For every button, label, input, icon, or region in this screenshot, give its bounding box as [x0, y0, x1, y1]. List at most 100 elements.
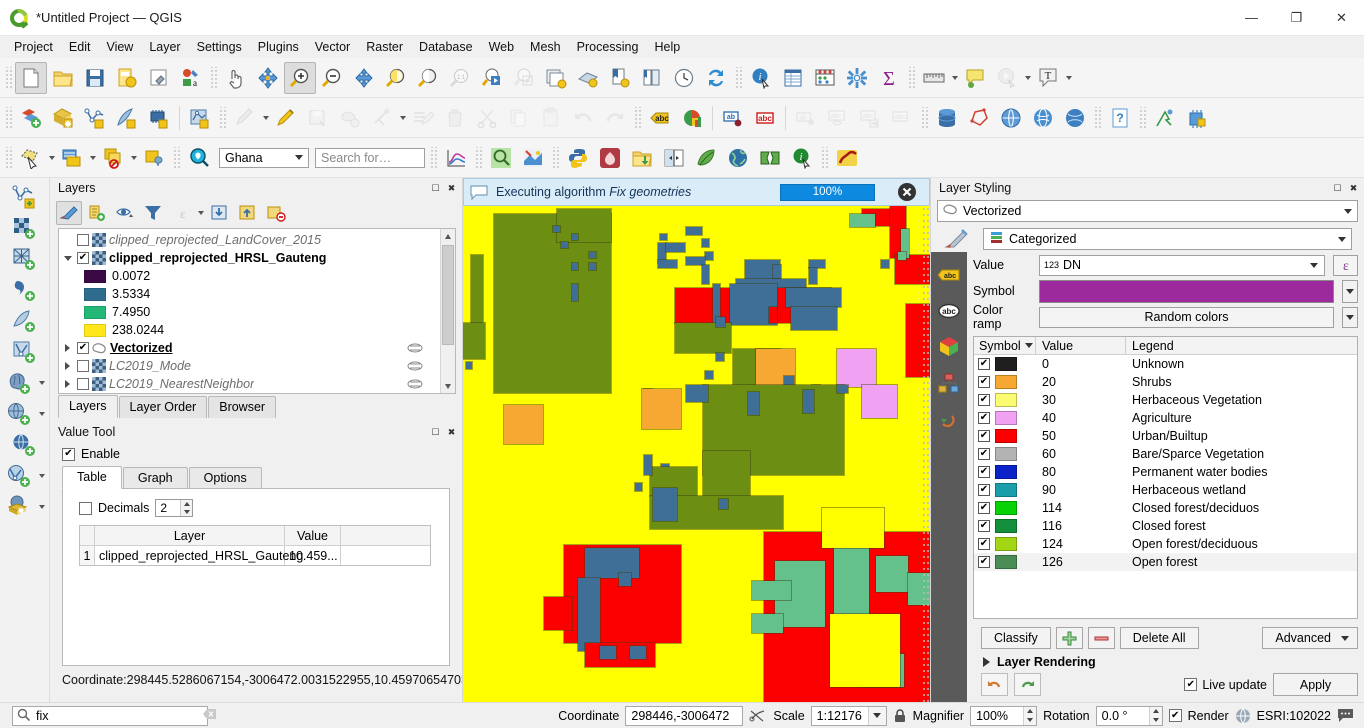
zoom-in-icon[interactable] [284, 61, 316, 94]
select-value-icon[interactable] [138, 142, 170, 174]
paste-features-icon[interactable] [535, 102, 567, 134]
expand-all-icon[interactable] [207, 201, 233, 225]
add-mesh-layer-icon[interactable] [111, 102, 143, 134]
symbol-color-swatch[interactable] [1039, 279, 1334, 303]
filter-legend-icon[interactable] [140, 201, 166, 225]
column-header-legend[interactable]: Legend [1126, 337, 1357, 354]
layer-visibility-checkbox[interactable] [77, 252, 89, 264]
add-raster-layer-icon[interactable] [47, 102, 79, 134]
category-row[interactable]: 116 Closed forest [974, 517, 1357, 535]
category-row[interactable]: 126 Open forest [974, 553, 1357, 571]
deselect-icon[interactable] [56, 142, 88, 174]
rotation-stepper[interactable]: 0.0 ° [1095, 705, 1163, 726]
toolbar-grip[interactable] [172, 146, 181, 169]
category-color-swatch[interactable] [995, 519, 1017, 533]
expander-icon[interactable] [61, 378, 74, 391]
category-row[interactable]: 114 Closed forest/deciduos [974, 499, 1357, 517]
mesh-icon[interactable] [754, 142, 786, 174]
close-icon[interactable]: ✖ [1347, 182, 1360, 195]
add-category-icon[interactable] [1055, 627, 1083, 649]
zoom-to-selection-icon[interactable] [380, 62, 412, 94]
layer-item-hrsl-gauteng[interactable]: clipped_reprojected_HRSL_Gauteng [59, 249, 439, 267]
layout-manager-icon[interactable] [636, 62, 668, 94]
category-checkbox[interactable] [978, 376, 990, 388]
category-color-swatch[interactable] [995, 375, 1017, 389]
color-ramp-dropdown-icon[interactable] [1342, 306, 1358, 328]
expander-icon[interactable] [61, 360, 74, 373]
category-checkbox[interactable] [978, 466, 990, 478]
open-attribute-table-icon[interactable] [777, 62, 809, 94]
toolbar-grip[interactable] [4, 66, 13, 89]
add-wfs-layer-icon[interactable] [8, 430, 42, 460]
toolbar-grip[interactable] [551, 146, 560, 169]
menu-web[interactable]: Web [481, 38, 522, 56]
select-by-expression-icon[interactable] [97, 142, 129, 174]
remove-layer-icon[interactable] [263, 201, 289, 225]
profile-icon[interactable] [831, 142, 863, 174]
vertex-tool-icon[interactable] [366, 102, 398, 134]
close-icon[interactable]: ✕ [1319, 0, 1364, 36]
new-map-note-icon[interactable] [959, 62, 991, 94]
category-checkbox[interactable] [978, 538, 990, 550]
menu-project[interactable]: Project [6, 38, 61, 56]
new-print-layout-icon[interactable] [604, 62, 636, 94]
undo-icon[interactable] [981, 673, 1008, 696]
3d-view-icon[interactable] [935, 334, 963, 360]
category-color-swatch[interactable] [995, 555, 1017, 569]
decimals-stepper[interactable]: 2 [155, 499, 194, 517]
layer-visibility-checkbox[interactable] [77, 342, 89, 354]
undock-icon[interactable]: ☐ [429, 426, 442, 439]
layer-visibility-checkbox[interactable] [77, 393, 89, 394]
symbol-dropdown-icon[interactable] [1342, 279, 1358, 303]
category-checkbox[interactable] [978, 520, 990, 532]
layers-scrollbar[interactable] [440, 229, 455, 393]
toolbar-grip[interactable] [474, 146, 483, 169]
georeferencer-icon[interactable] [995, 102, 1027, 134]
add-polygon-feature-icon[interactable] [334, 102, 366, 134]
layer-item-lc2019-mode[interactable]: LC2019_Mode [59, 357, 439, 375]
layer-select-combo[interactable]: Vectorized [937, 200, 1358, 222]
refresh-icon[interactable] [700, 62, 732, 94]
new-map-view-icon[interactable] [540, 62, 572, 94]
select-dropdown-icon[interactable] [47, 143, 56, 173]
scroll-up-icon[interactable] [441, 229, 455, 243]
advanced-button[interactable]: Advanced [1262, 627, 1358, 649]
delete-all-button[interactable]: Delete All [1119, 627, 1199, 649]
pan-map-icon[interactable] [220, 62, 252, 94]
add-layer-icon[interactable] [15, 102, 47, 134]
zoom-last-icon[interactable] [476, 62, 508, 94]
delete-category-icon[interactable] [1087, 627, 1115, 649]
plugin-manager-icon[interactable] [1181, 102, 1213, 134]
value-field-combo[interactable]: 123 DN [1039, 254, 1325, 276]
close-icon[interactable]: ✖ [445, 182, 458, 195]
category-checkbox[interactable] [978, 412, 990, 424]
toolbar-grip[interactable] [820, 146, 829, 169]
decimals-checkbox[interactable] [79, 501, 92, 515]
multi-edit-icon[interactable] [407, 102, 439, 134]
filter-dropdown-icon[interactable] [196, 198, 205, 228]
category-color-swatch[interactable] [995, 483, 1017, 497]
pan-to-selection-icon[interactable] [252, 62, 284, 94]
move-label-icon[interactable]: ab [790, 102, 822, 134]
add-spatialite-layer-icon[interactable] [8, 306, 42, 336]
magnifier-stepper[interactable]: 100% [970, 705, 1038, 726]
undock-icon[interactable]: ☐ [1331, 182, 1344, 195]
toolbar-grip[interactable] [1138, 106, 1147, 129]
stepper-up-icon[interactable] [181, 500, 192, 508]
masks-icon[interactable]: abc [935, 298, 963, 324]
add-vector-layer-icon[interactable] [8, 182, 42, 212]
map-canvas[interactable] [463, 206, 930, 702]
close-circle-icon[interactable] [897, 182, 917, 202]
coordinate-field[interactable]: 298446,-3006472 [625, 705, 744, 726]
layer-visibility-checkbox[interactable] [77, 360, 89, 372]
labels-icon[interactable]: abc [935, 262, 963, 288]
change-label-icon[interactable]: abc [886, 102, 918, 134]
expander-icon[interactable] [61, 252, 74, 265]
chevron-down-icon[interactable] [1339, 201, 1357, 221]
statistical-summary-icon[interactable]: Σ [873, 62, 905, 94]
add-raster-layer-icon[interactable] [8, 213, 42, 243]
pin-labels-icon[interactable]: ab [717, 102, 749, 134]
redo-icon[interactable] [1014, 673, 1041, 696]
python-console-icon[interactable] [562, 142, 594, 174]
run-model-icon[interactable] [991, 62, 1023, 94]
